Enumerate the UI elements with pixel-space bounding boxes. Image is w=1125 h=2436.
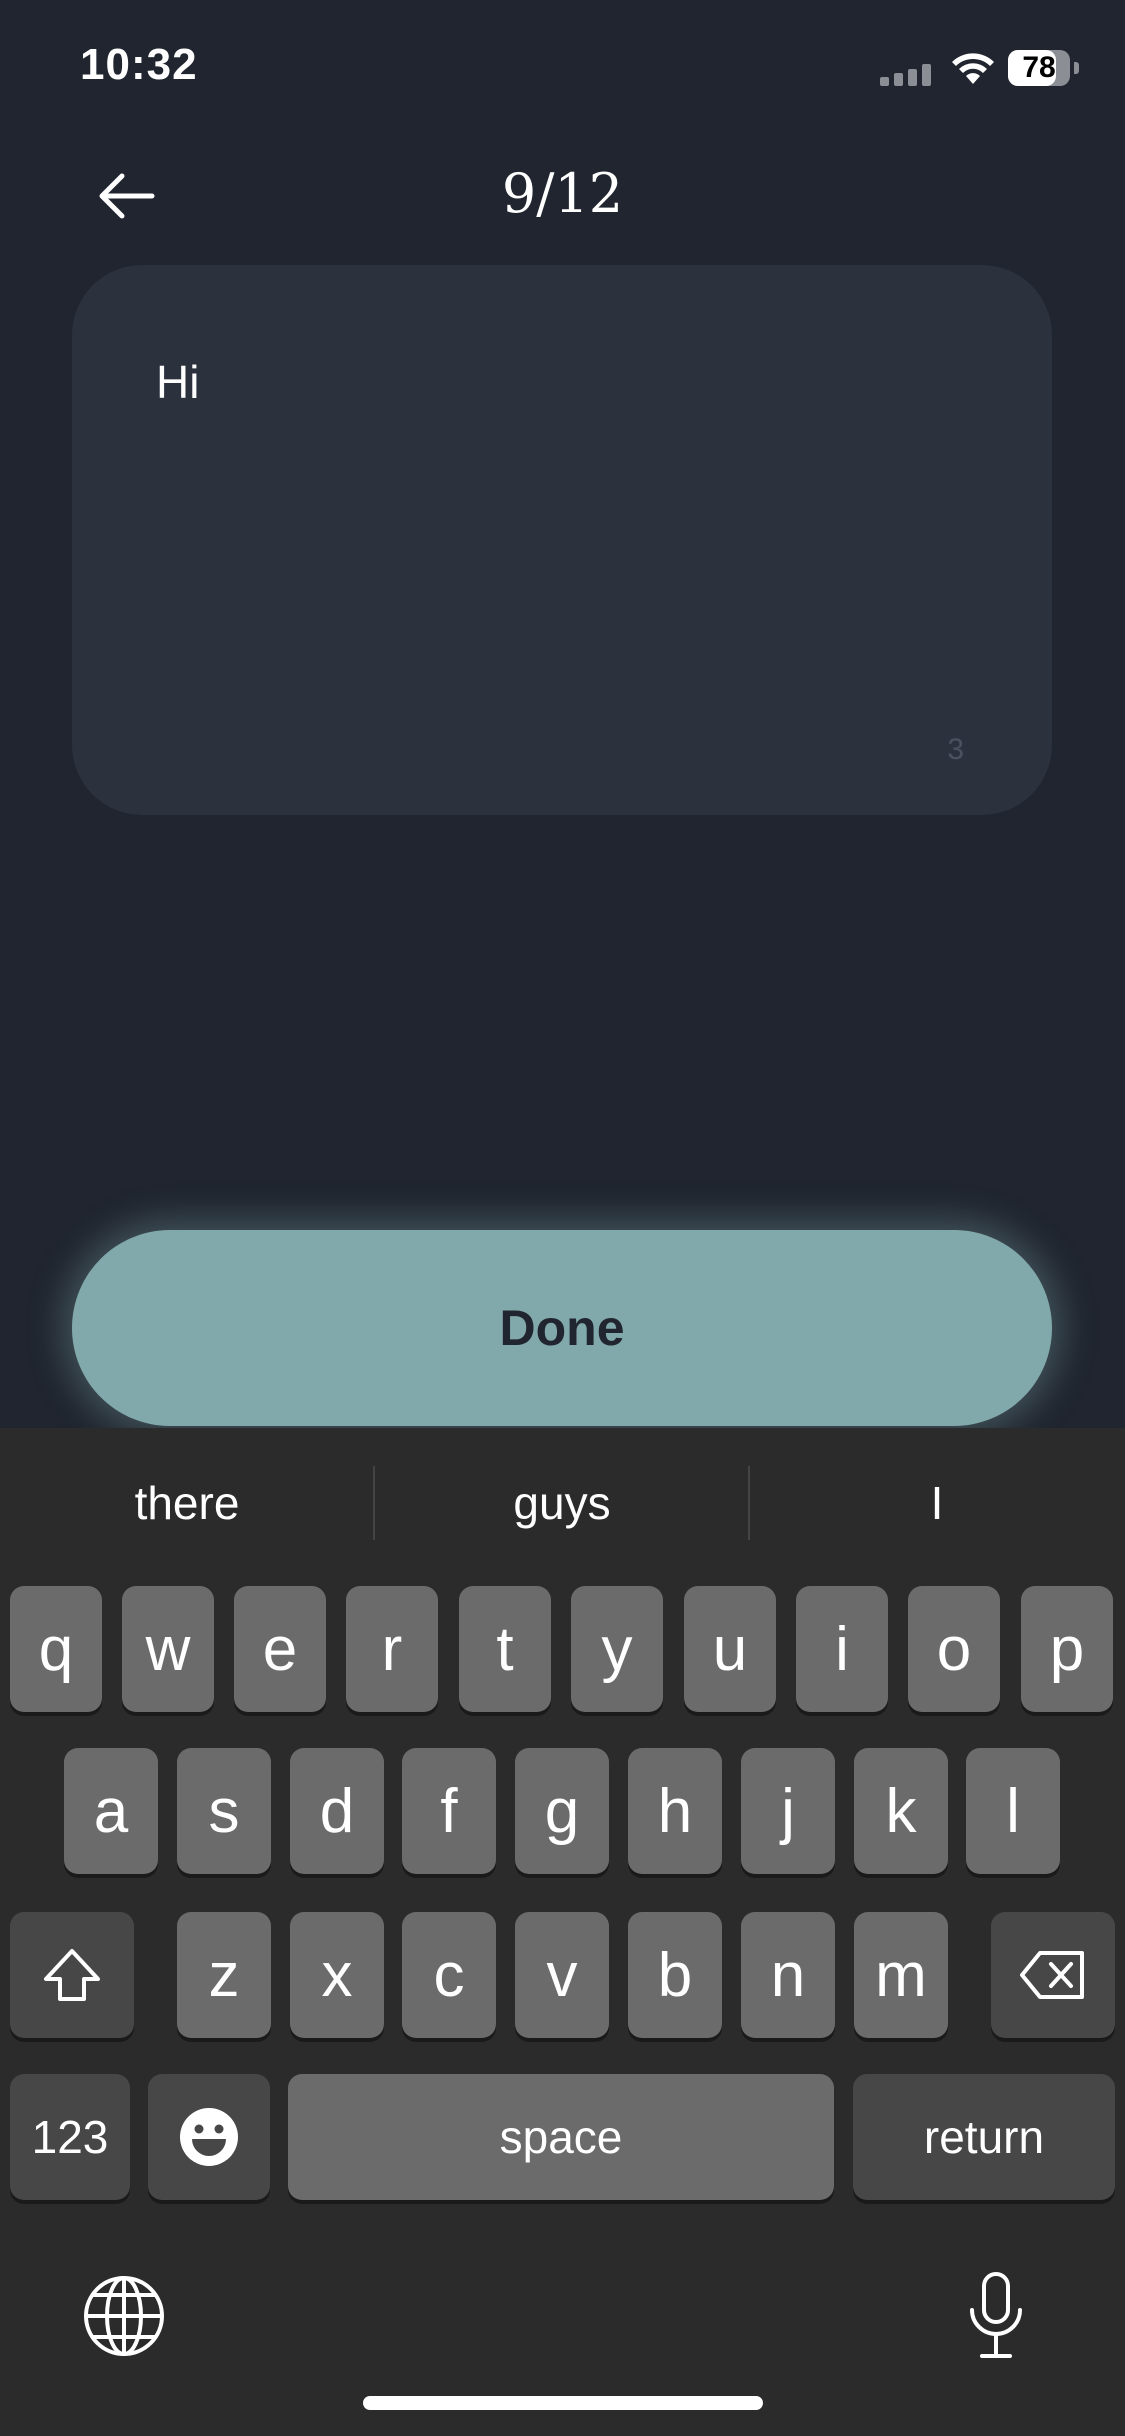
character-count: 3: [947, 733, 964, 766]
key-j[interactable]: j: [741, 1748, 835, 1874]
key-y[interactable]: y: [571, 1586, 663, 1712]
key-u[interactable]: u: [684, 1586, 776, 1712]
key-o[interactable]: o: [908, 1586, 1000, 1712]
key-f[interactable]: f: [402, 1748, 496, 1874]
text-input-card[interactable]: Hi 3: [72, 265, 1052, 815]
key-i[interactable]: i: [796, 1586, 888, 1712]
suggestion-3[interactable]: I: [750, 1476, 1124, 1530]
done-button[interactable]: Done: [72, 1230, 1052, 1426]
key-t[interactable]: t: [459, 1586, 551, 1712]
microphone-icon[interactable]: [966, 2270, 1026, 2362]
key-v[interactable]: v: [515, 1912, 609, 2038]
key-a[interactable]: a: [64, 1748, 158, 1874]
key-x[interactable]: x: [290, 1912, 384, 2038]
backspace-icon: [1020, 1951, 1084, 1999]
key-b[interactable]: b: [628, 1912, 722, 2038]
key-e[interactable]: e: [234, 1586, 326, 1712]
key-m[interactable]: m: [854, 1912, 948, 2038]
key-r[interactable]: r: [346, 1586, 438, 1712]
numbers-key[interactable]: 123: [10, 2074, 130, 2200]
key-q[interactable]: q: [10, 1586, 102, 1712]
key-c[interactable]: c: [402, 1912, 496, 2038]
keyboard: there guys I q w e r t y u i o p a s d f…: [0, 1428, 1125, 2436]
return-key[interactable]: return: [853, 2074, 1115, 2200]
shift-key[interactable]: [10, 1912, 134, 2038]
suggestion-2[interactable]: guys: [375, 1476, 749, 1530]
space-key[interactable]: space: [288, 2074, 834, 2200]
key-d[interactable]: d: [290, 1748, 384, 1874]
battery-percent: 78: [1022, 51, 1056, 84]
key-s[interactable]: s: [177, 1748, 271, 1874]
home-indicator: [363, 2396, 763, 2410]
status-time: 10:32: [80, 40, 198, 89]
key-z[interactable]: z: [177, 1912, 271, 2038]
emoji-key[interactable]: [148, 2074, 270, 2200]
wifi-icon: [952, 53, 994, 84]
emoji-icon: [180, 2108, 238, 2166]
key-h[interactable]: h: [628, 1748, 722, 1874]
key-n[interactable]: n: [741, 1912, 835, 2038]
key-l[interactable]: l: [966, 1748, 1060, 1874]
suggestion-1[interactable]: there: [0, 1476, 374, 1530]
battery-icon: 78: [1008, 50, 1079, 88]
backspace-key[interactable]: [991, 1912, 1115, 2038]
text-content[interactable]: Hi: [156, 355, 199, 409]
page-counter: 9/12: [501, 162, 624, 225]
globe-icon[interactable]: [82, 2274, 166, 2358]
key-g[interactable]: g: [515, 1748, 609, 1874]
shift-icon: [44, 1949, 100, 2001]
key-w[interactable]: w: [122, 1586, 214, 1712]
key-k[interactable]: k: [854, 1748, 948, 1874]
key-p[interactable]: p: [1021, 1586, 1113, 1712]
signal-icon: [880, 64, 931, 86]
